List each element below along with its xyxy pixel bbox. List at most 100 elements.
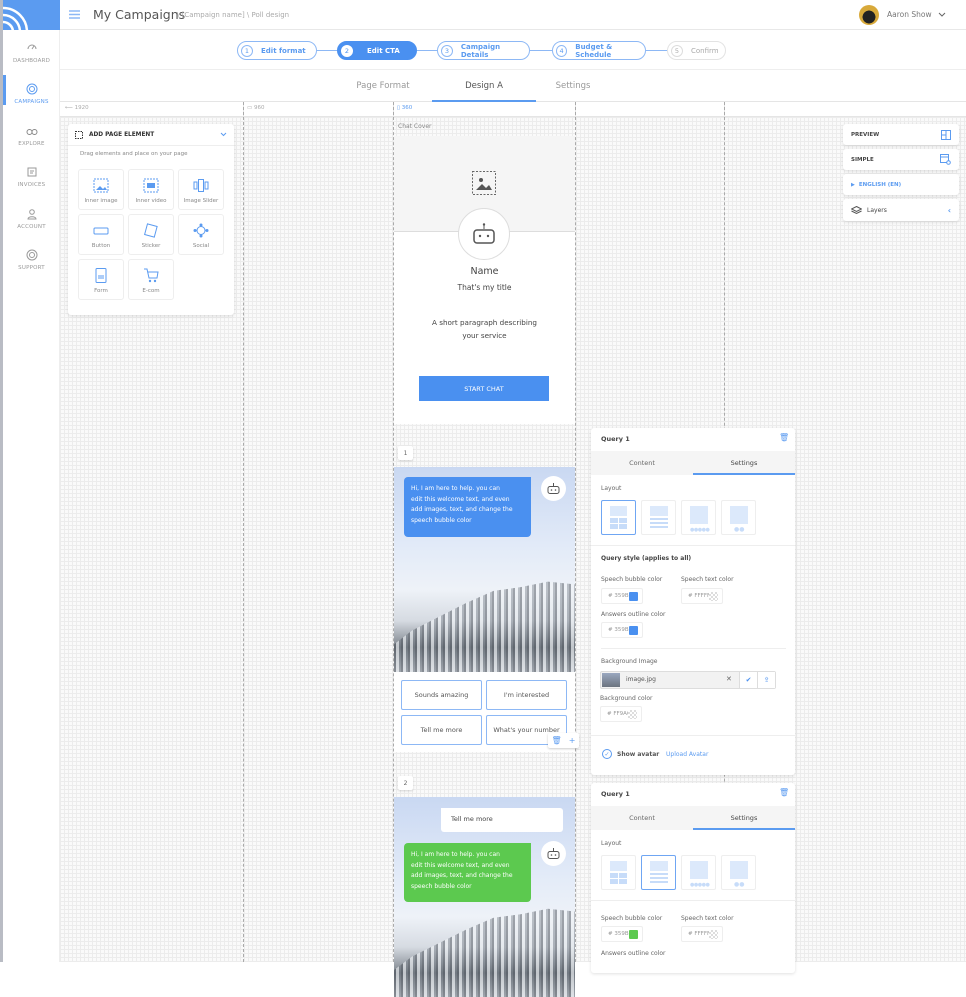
speech-bubble-color-input[interactable]: # 359BFF [601,926,643,942]
invoice-icon [27,167,36,177]
breadcrumb[interactable]: \ [Campaign name] \ Poll design [177,11,289,19]
answer-option[interactable]: Sounds amazing [401,680,482,710]
step-edit-format[interactable]: 1 Edit format [237,41,317,60]
sidebar-item-dashboard[interactable]: DASHBOARD [3,42,60,64]
video-icon [143,178,159,193]
speech-text-color-input[interactable]: # FFFFFF [681,588,723,604]
chat-cover[interactable]: Name That's my title A short paragraph d… [394,136,575,424]
layers-button[interactable]: Layers ‹ [843,199,959,221]
color-swatch[interactable] [629,626,638,635]
answer-option[interactable]: Tell me more [401,715,482,745]
layout-option-grid[interactable] [601,500,636,535]
ruler-360[interactable]: ▯ 360 [397,105,412,111]
add-icon[interactable]: + [569,736,576,745]
color-swatch[interactable] [709,592,718,601]
start-chat-button[interactable]: START CHAT [419,376,549,401]
app-logo[interactable] [3,0,60,30]
element-ecom[interactable]: E-com [128,259,174,300]
ruler-1920[interactable]: ⟵ 1920 [65,105,89,111]
color-swatch[interactable] [709,930,718,939]
layout-option-list[interactable] [641,500,676,535]
layers-icon [851,205,862,214]
step-edit-cta[interactable]: 2 Edit CTA [337,41,417,60]
trash-icon[interactable]: 🗑 [552,736,562,745]
chevron-left-icon[interactable]: ‹ [948,206,951,215]
element-sticker[interactable]: Sticker [128,214,174,255]
slider-icon [193,179,209,192]
layout-option-dots[interactable]: ●●●●● [681,855,716,890]
hamburger-menu-icon[interactable] [69,10,80,19]
tab-settings[interactable]: Settings [731,814,758,822]
desktop-icon: ▭ [247,105,253,111]
show-avatar-checkbox[interactable]: ✓ [602,749,612,759]
bot-speech-bubble[interactable]: Hi, I am here to help. you can edit this … [404,477,531,537]
sidebar-item-support[interactable]: SUPPORT [3,249,60,271]
tab-page-format[interactable]: Page Format [356,81,409,91]
layout-option-grid[interactable] [601,855,636,890]
layout-options: ●●●●● ●● [601,500,761,536]
element-social[interactable]: Social [178,214,224,255]
dashboard-icon [27,44,36,50]
page-title: My Campaigns [93,7,186,22]
query-settings-panel: Query 1 🗑 Content Settings Layout ●●●●● ●… [591,783,795,973]
chat-cover-label: Chat Cover [398,123,432,130]
bot-avatar [541,841,566,866]
bot-avatar [541,476,566,501]
ruler-960[interactable]: ▭ 960 [247,105,264,111]
preview-icon [941,129,951,140]
color-swatch[interactable] [629,592,638,601]
answers-outline-color-input[interactable]: # 359BFF [601,622,643,638]
tab-content[interactable]: Content [629,814,655,822]
layout-option-buttons[interactable]: ●● [721,500,756,535]
cart-icon [144,268,159,283]
color-swatch[interactable] [628,710,637,719]
clear-icon[interactable]: ✕ [726,675,732,683]
simple-mode-button[interactable]: SIMPLE [843,149,959,170]
binoculars-icon [26,129,37,135]
speech-bubble-color-input[interactable]: # 359BFF [601,588,643,604]
answer-option[interactable]: I'm interested [486,680,567,710]
step-confirm[interactable]: 5 Confirm [667,41,726,60]
sidebar-item-invoices[interactable]: INVOICES [3,166,60,188]
user-name[interactable]: Aaron Show [887,10,932,19]
layout-option-list[interactable] [641,855,676,890]
preview-button[interactable]: PREVIEW [843,124,959,145]
trash-icon[interactable]: 🗑 [779,433,789,442]
bot-avatar[interactable] [458,208,510,260]
element-inner-image[interactable]: Inner image [78,169,124,210]
top-header: My Campaigns \ [Campaign name] \ Poll de… [60,0,966,30]
target-icon [26,83,37,95]
language-selector[interactable]: ▶ ENGLISH (EN) [843,174,959,195]
sidebar-item-account[interactable]: ACCOUNT [3,208,60,230]
element-inner-video[interactable]: Inner video [128,169,174,210]
tab-content[interactable]: Content [629,459,655,467]
color-swatch[interactable] [629,930,638,939]
layout-option-dots[interactable]: ●●●●● [681,500,716,535]
chevron-down-icon[interactable] [938,12,946,17]
sidebar-item-explore[interactable]: EXPLORE [3,125,60,147]
tab-design-a[interactable]: Design A [465,81,503,91]
user-reply-bubble[interactable]: Tell me more [441,808,563,832]
query-number-badge: 2 [398,776,413,790]
background-image-field[interactable]: image.jpg ✕ ✔ ⇪ [600,671,776,689]
step-budget-schedule[interactable]: 4 Budget & Schedule [552,41,646,60]
layout-option-buttons[interactable]: ●● [721,855,756,890]
image-placeholder-icon [472,171,496,195]
element-image-slider[interactable]: Image Slider [178,169,224,210]
bot-speech-bubble[interactable]: Hi, I am here to help. you can edit this … [404,843,531,902]
upload-icon[interactable]: ⇪ [757,672,775,688]
element-form[interactable]: Form [78,259,124,300]
confirm-check-icon[interactable]: ✔ [739,672,757,688]
tab-settings[interactable]: Settings [556,81,591,91]
sidebar-item-campaigns[interactable]: CAMPAIGNS [3,75,60,105]
trash-icon[interactable]: 🗑 [779,788,789,797]
upload-avatar-link[interactable]: Upload Avatar [666,751,708,758]
speech-text-color-input[interactable]: # FFFFFF [681,926,723,942]
user-avatar[interactable] [859,5,879,25]
background-color-input[interactable]: # FF9A00 [600,706,642,722]
chevron-down-icon[interactable] [220,132,227,137]
stepper: 1 Edit format 2 Edit CTA 3 Campaign Details… [60,31,966,70]
step-campaign-details[interactable]: 3 Campaign Details [437,41,530,60]
element-button[interactable]: Button [78,214,124,255]
tab-settings[interactable]: Settings [731,459,758,467]
